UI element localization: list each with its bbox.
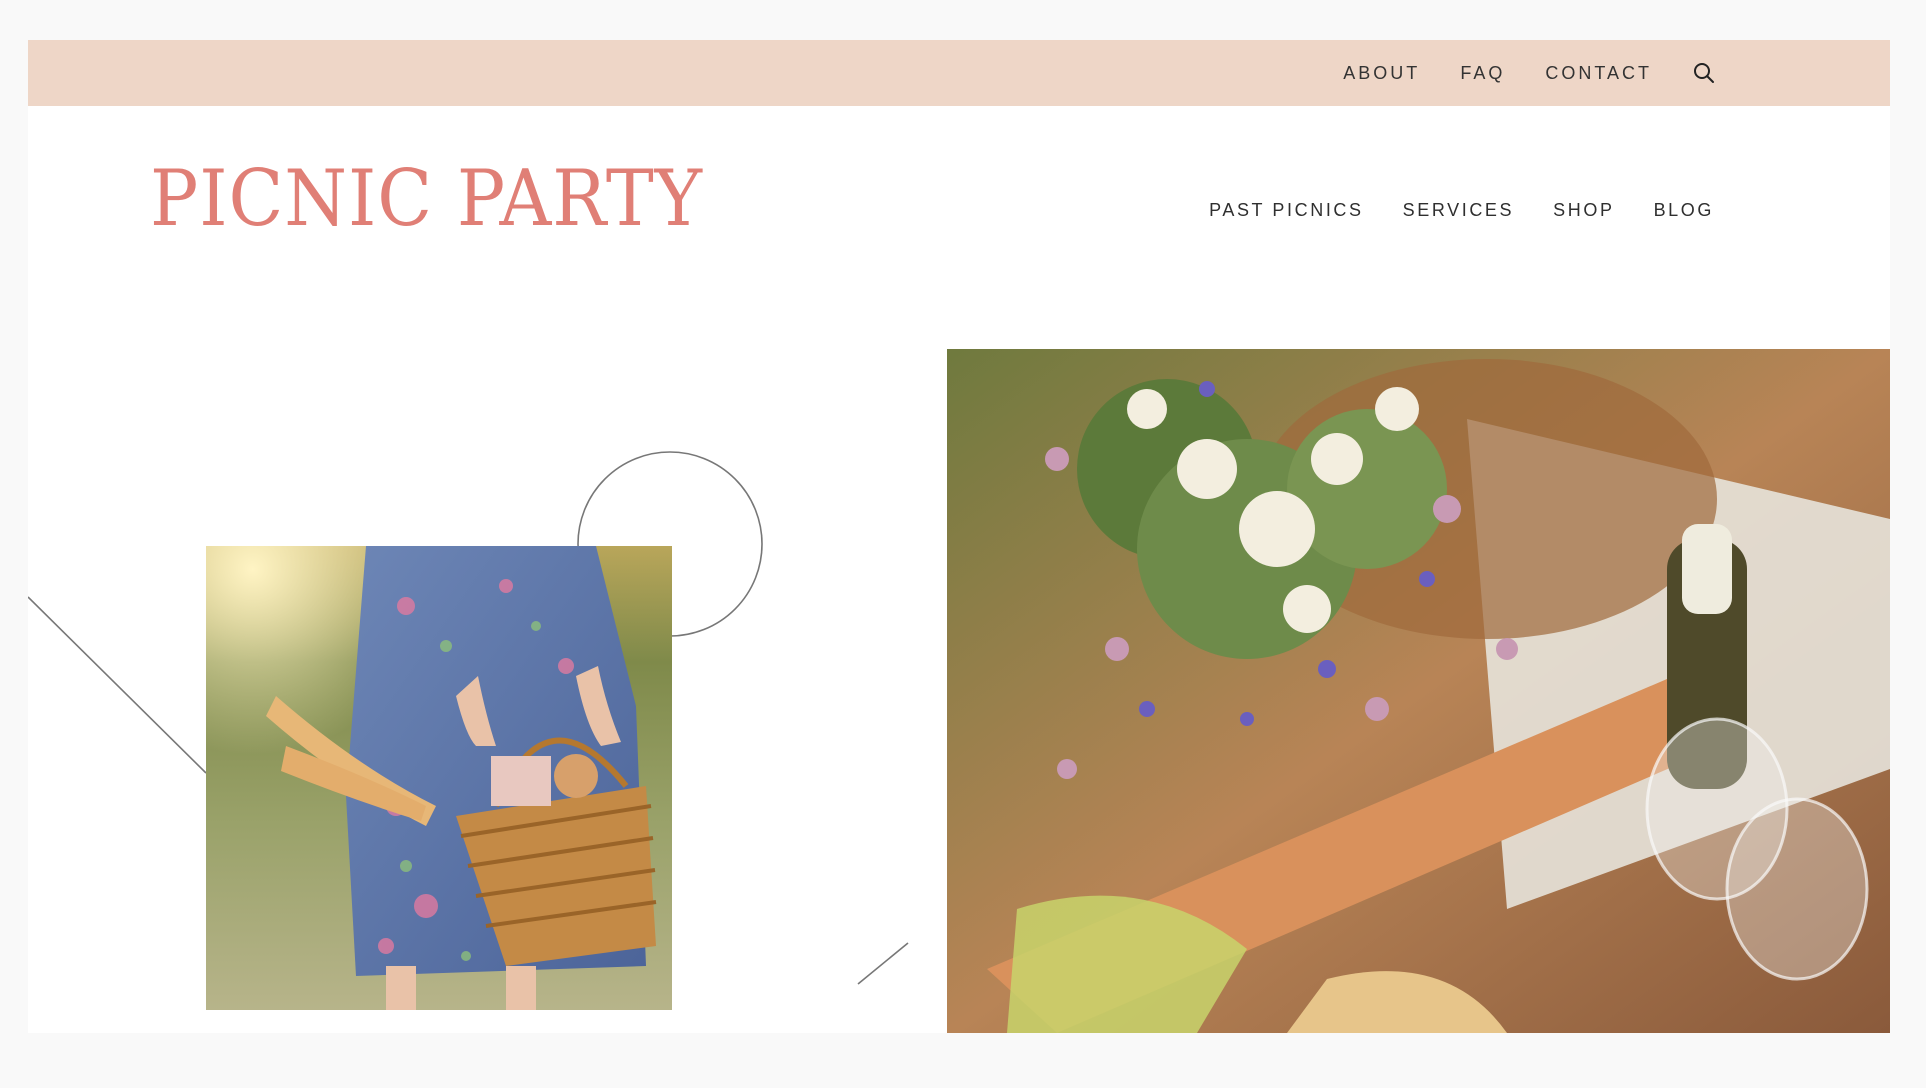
picnic-basket-photo <box>206 546 672 1010</box>
page: ABOUT FAQ CONTACT PICNIC PARTY PAST PICN… <box>28 40 1890 1033</box>
wildflowers-picnic-photo <box>947 349 1890 1033</box>
